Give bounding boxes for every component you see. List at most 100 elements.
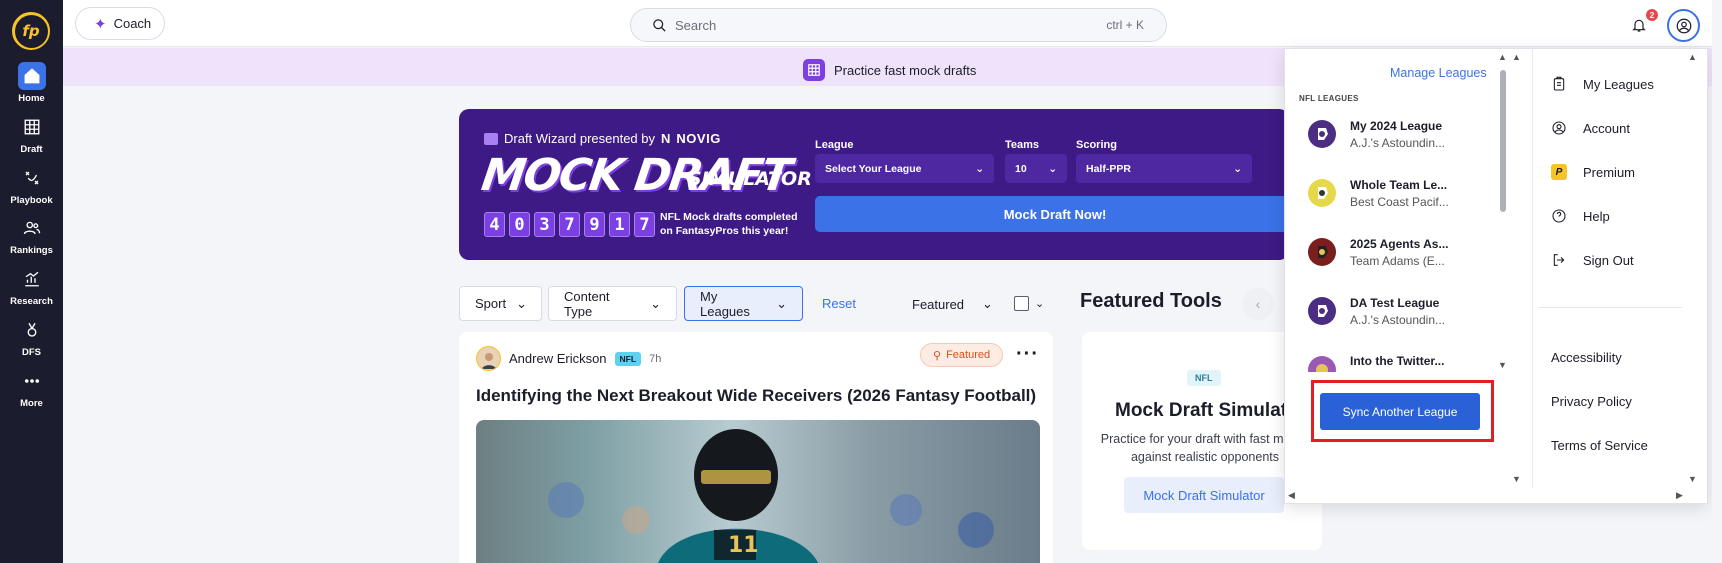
team-helmet-icon xyxy=(1306,236,1338,268)
team-helmet-icon xyxy=(1306,177,1338,209)
league-item[interactable]: Into the Twitter... xyxy=(1306,354,1444,372)
nfl-leagues-section-label: NFL LEAGUES xyxy=(1299,94,1359,103)
notification-count-badge: 2 xyxy=(1646,9,1658,21)
terms-of-service-link[interactable]: Terms of Service xyxy=(1551,438,1648,453)
home-icon xyxy=(17,62,46,90)
sport-filter[interactable]: Sport ⌄ xyxy=(459,286,542,321)
my-leagues-filter[interactable]: My Leagues ⌄ xyxy=(684,286,803,321)
counter-digit: 1 xyxy=(609,212,630,237)
page-right-gutter xyxy=(1712,0,1722,563)
search-input[interactable]: Search ctrl + K xyxy=(630,8,1167,42)
promo-link[interactable]: Practice fast mock drafts xyxy=(803,59,976,81)
sort-select[interactable]: Featured ⌄ xyxy=(912,296,993,312)
scroll-left-icon[interactable]: ◀ xyxy=(1288,490,1295,501)
svg-text:11: 11 xyxy=(728,533,759,558)
menu-help[interactable]: Help xyxy=(1551,208,1610,224)
help-icon xyxy=(1552,209,1566,223)
scroll-up-icon[interactable]: ▲ xyxy=(1688,52,1697,62)
select-all-checkbox[interactable] xyxy=(1014,296,1029,311)
coach-button[interactable]: ✦ Coach xyxy=(75,7,165,40)
nav-item-playbook[interactable]: Playbook xyxy=(0,164,63,206)
featured-badge: ⚲ Featured xyxy=(920,343,1004,367)
accessibility-link[interactable]: Accessibility xyxy=(1551,350,1622,365)
menu-my-leagues[interactable]: My Leagues xyxy=(1551,76,1654,92)
dropdown-divider xyxy=(1532,48,1533,488)
nav-item-more[interactable]: More xyxy=(0,367,63,409)
users-icon xyxy=(18,214,46,242)
pin-icon: ⚲ xyxy=(933,349,942,362)
nav-item-home[interactable]: Home xyxy=(0,62,63,104)
search-icon xyxy=(653,18,666,32)
draft-wizard-icon xyxy=(484,132,498,145)
privacy-policy-link[interactable]: Privacy Policy xyxy=(1551,394,1632,409)
medal-icon xyxy=(18,316,46,344)
menu-sign-out[interactable]: Sign Out xyxy=(1551,252,1634,268)
mock-draft-counter: 4 0 3 7 9 1 7 xyxy=(484,212,655,237)
counter-digit: 4 xyxy=(484,212,505,237)
nav-item-draft[interactable]: Draft xyxy=(0,113,63,155)
league-select[interactable]: Select Your League ⌄ xyxy=(815,154,994,183)
reset-filters-link[interactable]: Reset xyxy=(822,296,856,311)
article-more-menu-icon[interactable]: ··· xyxy=(1016,343,1039,366)
chevron-down-icon: ⌄ xyxy=(776,295,787,311)
team-helmet-icon xyxy=(1306,118,1338,150)
tool-title: Mock Draft Simulator xyxy=(1115,400,1307,421)
banner-presented-by: Draft Wizard presented by N NOVIG xyxy=(484,131,721,146)
scoring-select[interactable]: Half-PPR ⌄ xyxy=(1076,154,1252,183)
league-list-scrollbar[interactable] xyxy=(1500,70,1506,212)
tool-sport-badge: NFL xyxy=(1187,370,1221,386)
sparkle-icon: ✦ xyxy=(94,15,107,33)
scroll-right-icon[interactable]: ▶ xyxy=(1676,490,1683,501)
league-item[interactable]: My 2024 League A.J.'s Astoundin... xyxy=(1306,118,1445,150)
article-age: 7h xyxy=(649,352,662,365)
scroll-up-icon[interactable]: ▲ xyxy=(1498,52,1507,62)
menu-separator xyxy=(1538,307,1682,308)
league-item[interactable]: DA Test League A.J.'s Astoundin... xyxy=(1306,295,1445,327)
counter-digit: 7 xyxy=(559,212,580,237)
teams-label: Teams xyxy=(1005,139,1040,151)
menu-premium[interactable]: P Premium xyxy=(1551,164,1635,180)
article-hero-image[interactable]: 11 xyxy=(476,420,1040,563)
article-author-row: Andrew Erickson NFL 7h xyxy=(476,346,661,371)
teams-select[interactable]: 10 ⌄ xyxy=(1005,154,1067,183)
chevron-down-icon: ⌄ xyxy=(1233,162,1242,175)
nav-item-rankings[interactable]: Rankings xyxy=(0,214,63,256)
chart-icon xyxy=(18,265,46,293)
scroll-up-icon[interactable]: ▲ xyxy=(1512,52,1521,62)
premium-icon: P xyxy=(1551,164,1567,180)
scroll-down-icon[interactable]: ▼ xyxy=(1688,474,1697,484)
user-account-icon[interactable] xyxy=(1667,9,1700,42)
playbook-icon xyxy=(18,164,46,192)
banner-subtitle: SIMULATOR xyxy=(688,168,812,190)
scroll-down-icon[interactable]: ▼ xyxy=(1498,360,1507,370)
more-icon xyxy=(18,367,46,395)
league-item[interactable]: 2025 Agents As... Team Adams (E... xyxy=(1306,236,1448,268)
team-helmet-icon xyxy=(1306,354,1338,372)
mock-draft-simulator-button[interactable]: Mock Draft Simulator xyxy=(1124,477,1284,513)
counter-digit: 0 xyxy=(509,212,530,237)
league-item[interactable]: Whole Team Le... Best Coast Pacif... xyxy=(1306,177,1449,209)
featured-tools-heading: Featured Tools xyxy=(1080,290,1222,312)
chevron-down-icon: ⌄ xyxy=(516,295,527,311)
mock-draft-now-button[interactable]: Mock Draft Now! xyxy=(815,196,1295,232)
manage-leagues-link[interactable]: Manage Leagues xyxy=(1390,66,1487,80)
account-icon xyxy=(1552,121,1566,135)
chevron-down-icon: ⌄ xyxy=(975,162,984,175)
menu-account[interactable]: Account xyxy=(1551,120,1630,136)
grid-icon xyxy=(18,113,46,141)
nav-item-dfs[interactable]: DFS xyxy=(0,316,63,358)
scroll-down-icon[interactable]: ▼ xyxy=(1512,474,1521,484)
chevron-down-icon: ⌄ xyxy=(982,296,993,311)
sync-another-league-button[interactable]: Sync Another League xyxy=(1320,393,1480,430)
counter-digit: 3 xyxy=(534,212,555,237)
counter-digit: 9 xyxy=(584,212,605,237)
league-label: League xyxy=(815,139,854,151)
chevron-down-icon[interactable]: ⌄ xyxy=(1035,297,1044,310)
article-title[interactable]: Identifying the Next Breakout Wide Recei… xyxy=(476,386,1036,406)
content-type-filter[interactable]: Content Type ⌄ xyxy=(548,286,677,321)
carousel-prev-button[interactable]: ‹ xyxy=(1242,288,1274,320)
counter-caption: NFL Mock drafts completed on FantasyPros… xyxy=(660,211,798,237)
fantasypros-logo[interactable]: fp xyxy=(12,12,50,50)
nav-item-research[interactable]: Research xyxy=(0,265,63,307)
signout-icon xyxy=(1553,254,1565,266)
